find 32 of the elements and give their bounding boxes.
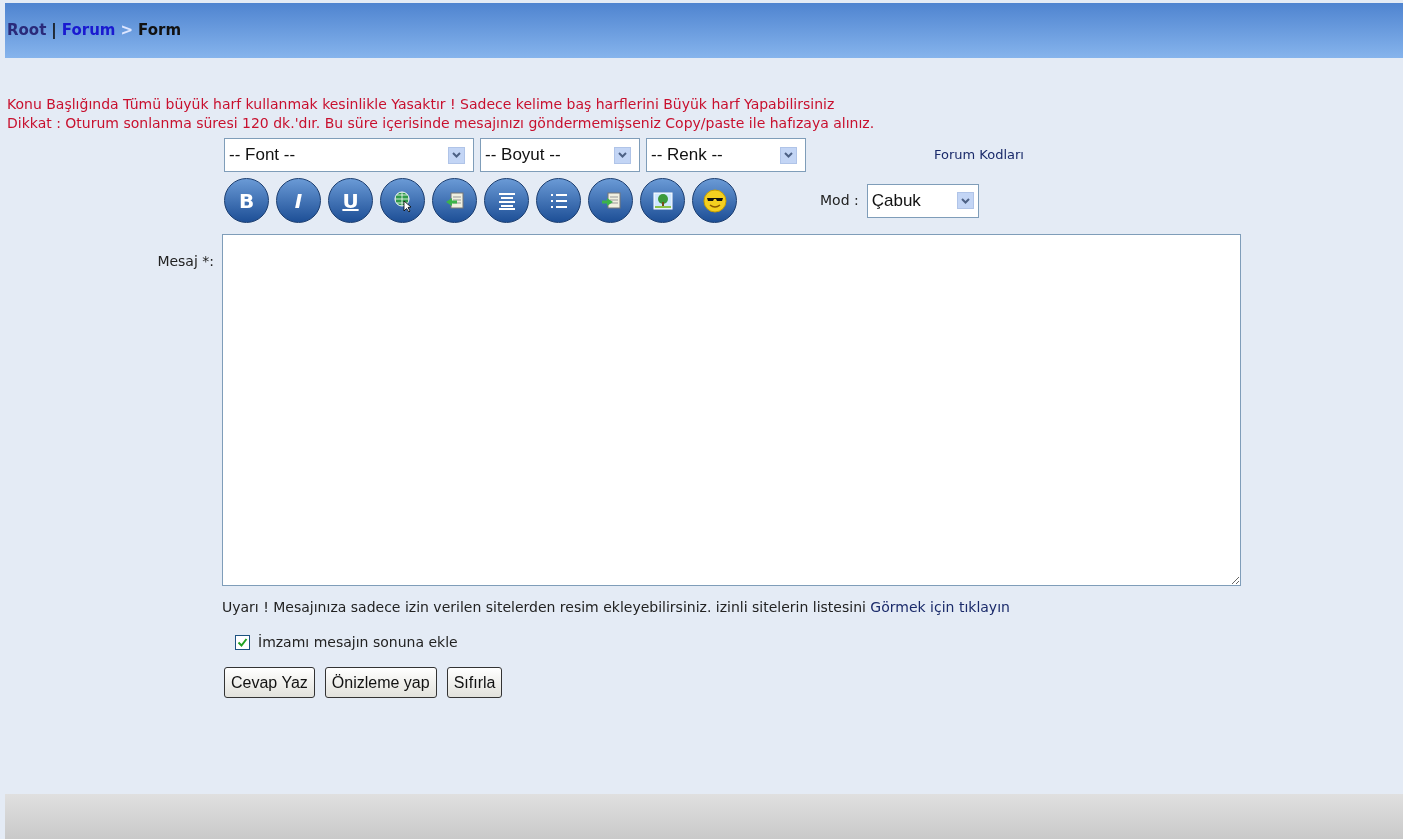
forum-codes-link[interactable]: Forum Kodları xyxy=(934,145,1024,165)
sunglasses-smiley-icon xyxy=(701,187,728,214)
image-icon xyxy=(651,189,674,212)
toolbar-button[interactable]: B xyxy=(224,178,269,223)
form-button[interactable]: Cevap Yaz xyxy=(224,667,315,698)
notice-text: Uyarı ! Mesajınıza sadece izin verilen sitelerden resim ekleyebilirsiniz. izinli sitelerin listesini Görmek için tıklayın xyxy=(222,598,1011,617)
dropdown-select[interactable]: -- Renk -- xyxy=(646,138,806,172)
toolbar-button[interactable] xyxy=(640,178,685,223)
breadcrumb-link[interactable]: Root xyxy=(7,19,47,42)
dropdown-select[interactable]: -- Boyut -- xyxy=(480,138,640,172)
mode-select[interactable]: Çabuk xyxy=(866,183,979,218)
form-button[interactable]: Sıfırla xyxy=(446,667,503,698)
toolbar-button[interactable] xyxy=(484,178,529,223)
warning-text: Konu Başlığında Tümü büyük harf kullanmak kesinlikle Yasaktır ! Sadece kelime baş harflerini Büyük harf Yapabilirsiniz xyxy=(7,95,836,114)
toolbar-button[interactable] xyxy=(536,178,581,223)
toolbar-button[interactable] xyxy=(432,178,477,223)
toolbar-button[interactable] xyxy=(380,178,425,223)
view-list-link[interactable]: Görmek için tıklayın xyxy=(870,599,1010,615)
form-button[interactable]: Önizleme yap xyxy=(324,667,437,698)
signature-checkbox[interactable] xyxy=(235,635,250,650)
toolbar-button[interactable]: I xyxy=(276,178,321,223)
dropdown-select[interactable]: -- Font -- xyxy=(224,138,474,172)
mode-label: Mod : xyxy=(820,191,859,210)
toolbar-button[interactable]: U xyxy=(328,178,373,223)
toolbar-button[interactable] xyxy=(692,178,737,223)
breadcrumb-current: Form xyxy=(138,20,182,42)
breadcrumb-separator: > xyxy=(120,20,134,42)
message-label: Mesaj *: xyxy=(157,252,214,271)
warning-text: Dikkat : Oturum sonlanma süresi 120 dk.'dır. Bu süre içerisinde mesajınızı göndermemişseniz Copy/paste ile hafızaya alınız. xyxy=(7,114,876,133)
breadcrumb-separator: | xyxy=(51,20,57,42)
toolbar-button[interactable] xyxy=(588,178,633,223)
signature-label: İmzamı mesajın sonuna ekle xyxy=(258,633,458,652)
